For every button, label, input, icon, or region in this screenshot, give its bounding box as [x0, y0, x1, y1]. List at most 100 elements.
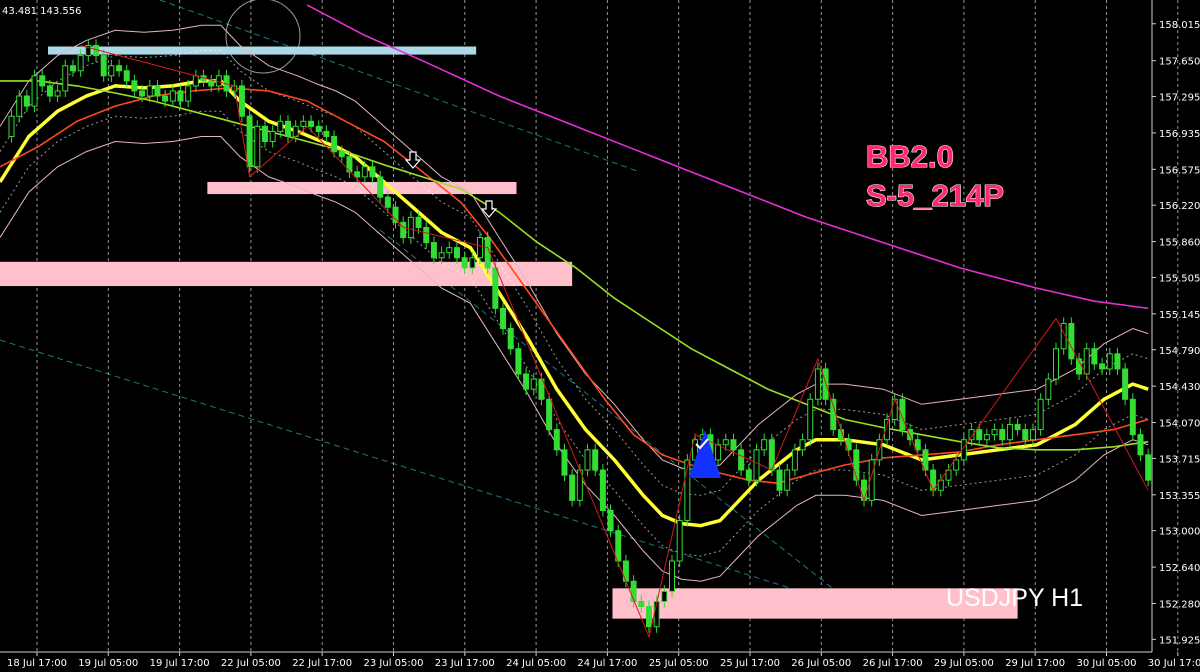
candle-body [569, 474, 576, 501]
candle-body [131, 80, 138, 92]
candle-body [331, 135, 338, 153]
candle-body [93, 44, 99, 57]
candle-body [8, 115, 15, 137]
candle-body [446, 247, 453, 254]
candle-body [69, 65, 76, 72]
candle-body [54, 90, 61, 97]
candle-body [62, 65, 69, 92]
y-tick-label: 152.640 [1159, 563, 1200, 574]
price-chart: 158.015 157.650 157.295 156.935 156.575 156.2… [0, 0, 1200, 669]
candle-body [983, 434, 990, 441]
candle-body [100, 55, 107, 77]
candle-body [392, 206, 399, 223]
candle-body [745, 469, 752, 481]
candle-body [669, 560, 675, 592]
candle-body [814, 368, 821, 400]
candle-body [638, 600, 645, 608]
x-tick-label: 25 Jul 17:00 [720, 658, 780, 669]
candle-body [407, 216, 414, 239]
candle-body [377, 176, 384, 198]
candle-body [1083, 348, 1090, 375]
y-tick-label: 153.000 [1159, 527, 1200, 538]
candle-body [861, 479, 867, 501]
candle-body [208, 80, 215, 87]
candle-body [16, 95, 23, 117]
x-tick-label: 22 Jul 17:00 [292, 658, 352, 669]
candle-body [799, 439, 806, 451]
candle-body [1029, 429, 1036, 441]
candle-body [561, 449, 568, 476]
y-tick-label: 155.860 [1159, 238, 1200, 249]
symbol-label: USDJPY H1 [946, 584, 1083, 612]
y-tick-label: 155.505 [1159, 273, 1200, 284]
candle-body [77, 55, 84, 72]
candle-body [277, 120, 284, 132]
candle-body [315, 125, 322, 132]
y-tick-label: 157.650 [1159, 57, 1200, 68]
candle-body [599, 469, 606, 511]
candle-body [415, 216, 422, 228]
candle-body [730, 439, 737, 451]
candle-body [584, 449, 591, 471]
y-tick-label: 153.355 [1159, 491, 1200, 502]
candle-body [1022, 429, 1029, 441]
candle-body [1045, 378, 1052, 400]
candle-body [438, 252, 445, 259]
candle-body [162, 95, 169, 102]
candle-body [254, 125, 261, 168]
candle-body [722, 439, 729, 446]
candle-body [1037, 398, 1044, 431]
candle-body [400, 221, 407, 239]
candle-body [384, 196, 391, 208]
candle-body [661, 590, 668, 602]
y-tick-label: 157.295 [1159, 93, 1200, 104]
y-tick-label: 158.015 [1159, 20, 1200, 31]
candle-body [976, 429, 983, 441]
y-tick-label: 154.790 [1159, 346, 1200, 357]
candle-body [1091, 348, 1098, 365]
y-tick-label: 154.430 [1159, 382, 1200, 393]
candle-body [269, 130, 276, 143]
candle-body [46, 85, 53, 97]
candle-body [953, 459, 960, 471]
candle-body [108, 65, 115, 77]
annotation-line-2: S-5_214P [866, 178, 1004, 213]
candle-body [323, 130, 330, 137]
candle-body [469, 257, 476, 269]
y-tick-label: 152.280 [1159, 599, 1200, 610]
candle-body [776, 469, 783, 491]
y-tick-label: 151.925 [1159, 635, 1200, 646]
candle-body [453, 247, 460, 259]
candle-body [146, 85, 153, 97]
candle-body [177, 90, 184, 102]
candle-body [300, 120, 307, 127]
candle-body [791, 449, 798, 471]
candle-body [530, 378, 537, 390]
top-info-text: 43.481 143.556 [2, 6, 82, 17]
candle-body [31, 75, 38, 107]
candle-body [1114, 353, 1121, 370]
candle-body [215, 75, 222, 87]
candle-body [1068, 322, 1075, 360]
candle-body [991, 429, 998, 436]
candle-body [1122, 368, 1129, 400]
candle-body [592, 449, 599, 471]
candle-body [1099, 363, 1106, 370]
y-tick-label: 154.070 [1159, 419, 1200, 430]
candle-body [753, 449, 760, 481]
candle-body [285, 120, 291, 137]
candle-body [999, 429, 1006, 441]
candle-body [553, 429, 560, 451]
x-tick-label: 30 Jul 05:00 [1077, 658, 1137, 669]
candle-body [430, 242, 437, 259]
x-tick-label: 19 Jul 05:00 [78, 658, 138, 669]
candle-body [192, 75, 199, 87]
candle-body [461, 257, 468, 269]
candle-body [761, 439, 768, 451]
y-axis: 158.015 157.650 157.295 156.935 156.575 156.2… [1152, 20, 1200, 646]
candle-body [784, 469, 791, 491]
x-axis: 18 Jul 17:00 19 Jul 05:00 19 Jul 17:00 22 J… [7, 652, 1200, 669]
candle-body [39, 75, 46, 87]
x-tick-label: 29 Jul 17:00 [1005, 658, 1065, 669]
candle-body [1129, 398, 1136, 436]
